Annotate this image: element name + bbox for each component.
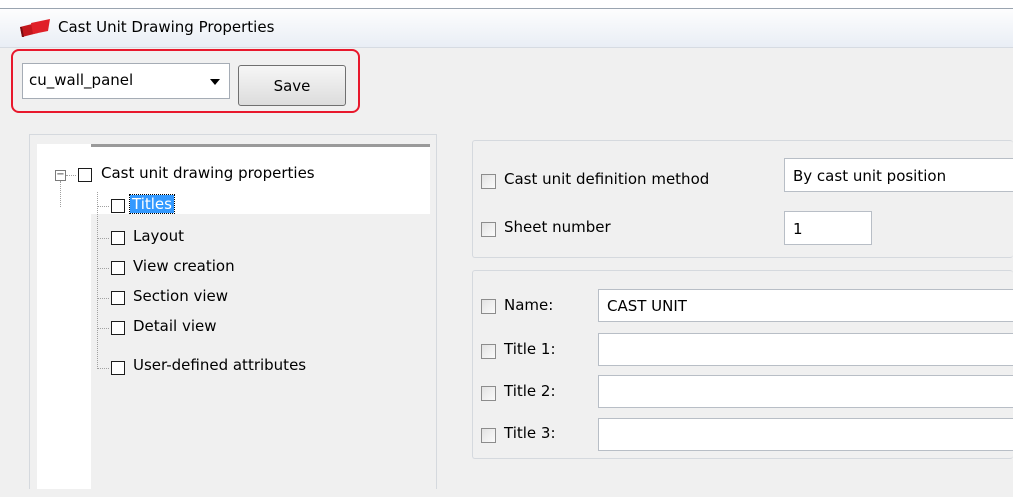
tree-item-view-creation[interactable]: View creation bbox=[133, 257, 235, 275]
tree-root-label[interactable]: Cast unit drawing properties bbox=[101, 164, 315, 182]
preset-dropdown-value: cu_wall_panel bbox=[29, 71, 134, 89]
collapse-toggle-icon[interactable]: − bbox=[55, 170, 66, 181]
window-title: Cast Unit Drawing Properties bbox=[58, 18, 275, 36]
tree-connector bbox=[97, 328, 109, 329]
tree-view bbox=[37, 144, 430, 489]
tree-connector bbox=[60, 181, 61, 207]
tree-item-layout-checkbox[interactable] bbox=[111, 231, 125, 245]
tree-connector bbox=[97, 192, 98, 369]
tree-item-detail-view-checkbox[interactable] bbox=[111, 321, 125, 335]
tree-connector bbox=[66, 175, 76, 176]
tree-item-section-view-checkbox[interactable] bbox=[111, 291, 125, 305]
title3-label: Title 3: bbox=[504, 424, 556, 442]
tree-item-view-creation-checkbox[interactable] bbox=[111, 261, 125, 275]
sheet-number-label: Sheet number bbox=[504, 218, 611, 236]
tree-item-user-defined-attributes-checkbox[interactable] bbox=[111, 361, 125, 375]
tree-item-layout[interactable]: Layout bbox=[133, 227, 184, 245]
app-logo-icon bbox=[20, 19, 50, 37]
tree-item-user-defined-attributes[interactable]: User-defined attributes bbox=[133, 356, 306, 374]
title1-input[interactable] bbox=[598, 333, 1013, 366]
tree-item-section-view[interactable]: Section view bbox=[133, 287, 228, 305]
sheet-number-input[interactable]: 1 bbox=[784, 211, 872, 245]
definition-method-checkbox[interactable] bbox=[481, 174, 496, 189]
title2-label: Title 2: bbox=[504, 382, 556, 400]
title1-checkbox[interactable] bbox=[481, 344, 496, 359]
definition-method-label: Cast unit definition method bbox=[504, 170, 710, 188]
title3-checkbox[interactable] bbox=[481, 428, 496, 443]
sheet-number-checkbox[interactable] bbox=[481, 222, 496, 237]
tree-root-checkbox[interactable] bbox=[78, 168, 92, 182]
tree-connector bbox=[97, 268, 109, 269]
tree-item-titles-checkbox[interactable] bbox=[111, 199, 125, 213]
tree-connector bbox=[97, 206, 109, 207]
title3-input[interactable] bbox=[598, 418, 1013, 451]
tree-connector bbox=[97, 238, 109, 239]
tree-item-titles[interactable]: Titles bbox=[129, 194, 175, 214]
title2-checkbox[interactable] bbox=[481, 386, 496, 401]
name-checkbox[interactable] bbox=[481, 299, 496, 314]
tree-connector bbox=[97, 298, 109, 299]
tree-connector bbox=[97, 368, 109, 369]
title1-label: Title 1: bbox=[504, 340, 556, 358]
preset-dropdown[interactable]: cu_wall_panel bbox=[22, 63, 230, 99]
title-bar: Cast Unit Drawing Properties bbox=[0, 9, 1013, 48]
name-label: Name: bbox=[504, 296, 554, 314]
definition-method-field[interactable]: By cast unit position bbox=[784, 158, 1013, 192]
tree-item-detail-view[interactable]: Detail view bbox=[133, 317, 217, 335]
chevron-down-icon[interactable] bbox=[210, 79, 220, 85]
name-input[interactable]: CAST UNIT bbox=[598, 289, 1013, 322]
title2-input[interactable] bbox=[598, 375, 1013, 408]
save-button[interactable]: Save bbox=[238, 65, 346, 106]
